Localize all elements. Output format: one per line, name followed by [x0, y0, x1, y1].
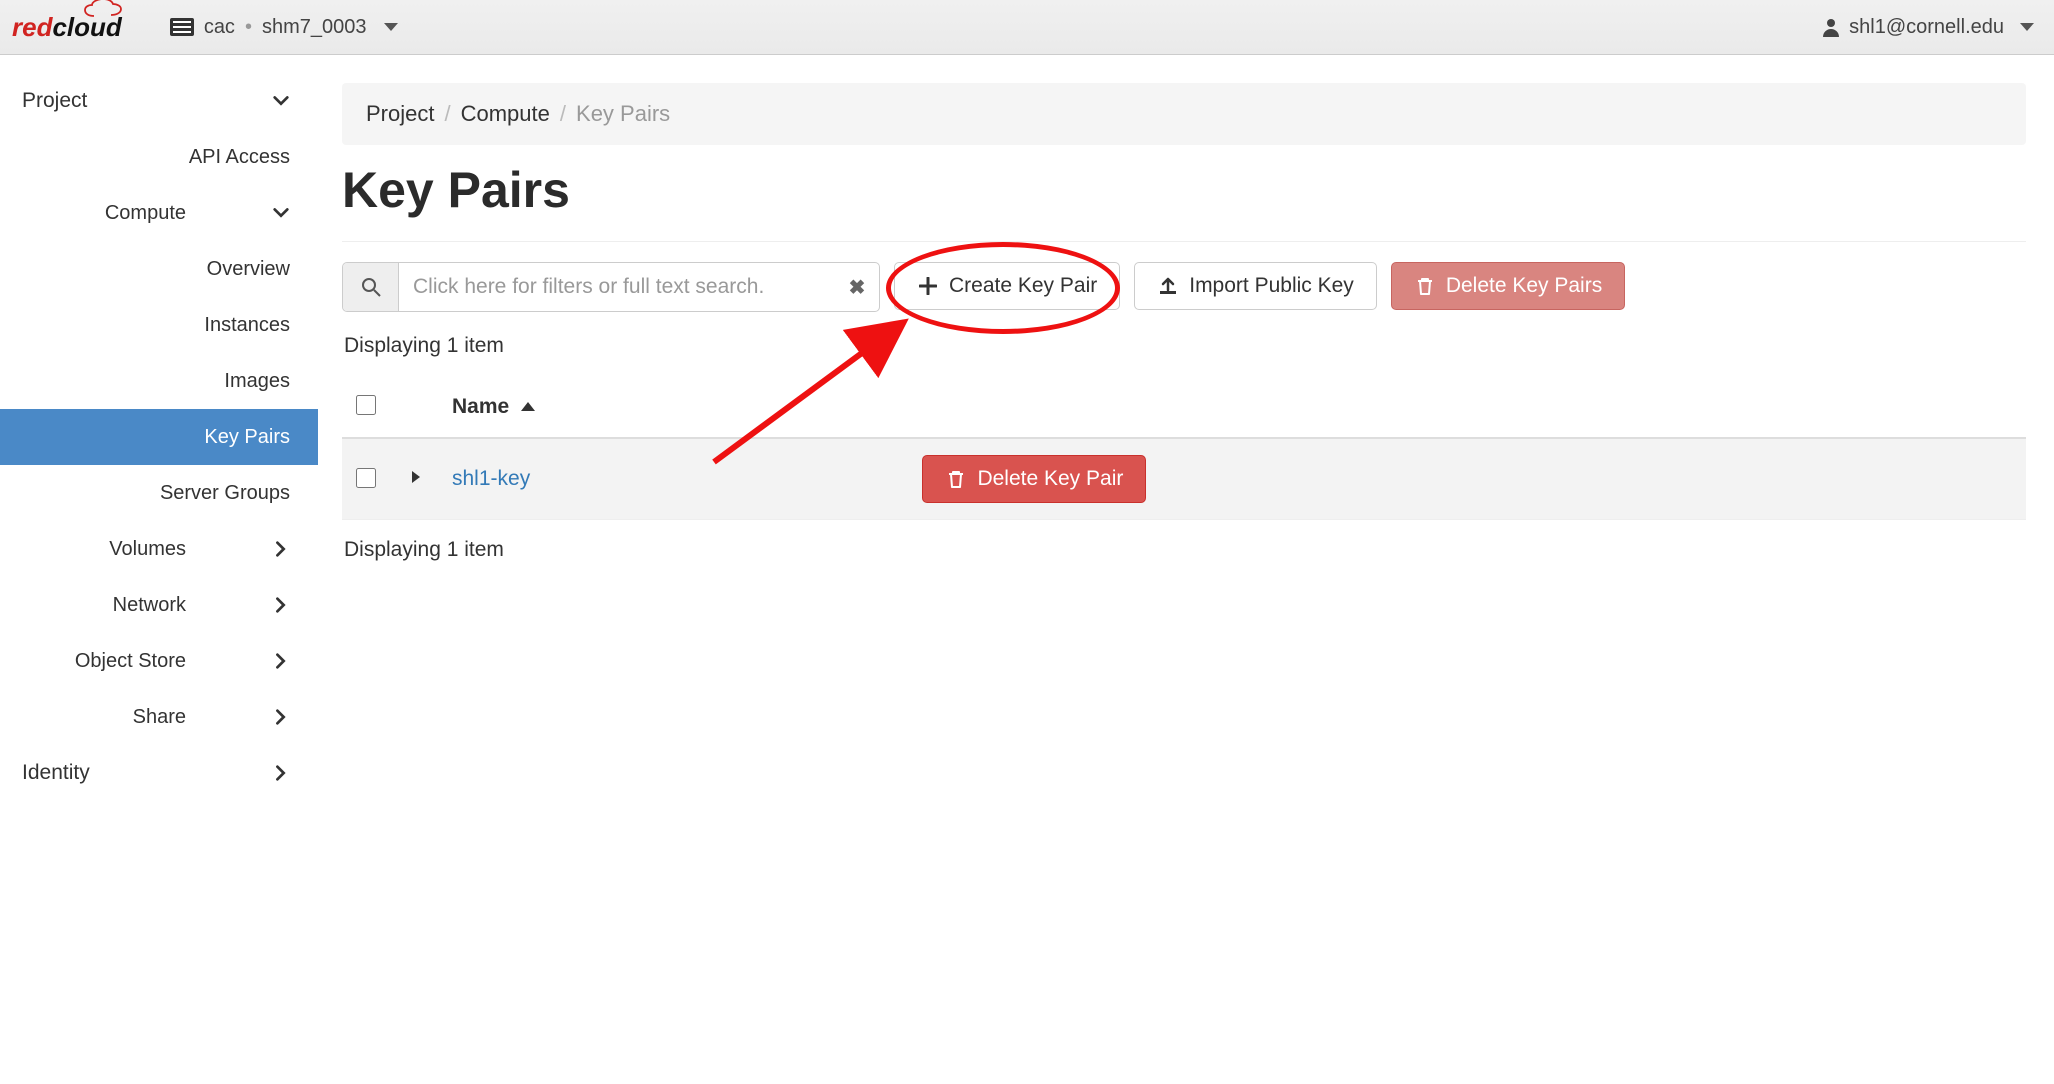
nav-label: Share — [22, 706, 272, 729]
delete-key-pairs-button[interactable]: Delete Key Pairs — [1391, 262, 1625, 310]
logo-text-red: red — [12, 12, 52, 43]
chevron-right-icon — [272, 540, 290, 558]
button-label: Import Public Key — [1189, 274, 1354, 298]
header-name-label: Name — [452, 395, 509, 418]
button-label: Delete Key Pair — [977, 467, 1123, 491]
row-checkbox[interactable] — [356, 468, 376, 488]
button-label: Create Key Pair — [949, 274, 1097, 298]
cloud-outline-icon — [82, 0, 136, 24]
chevron-down-icon — [272, 204, 290, 222]
header-expander — [398, 376, 442, 438]
button-label: Delete Key Pairs — [1446, 274, 1602, 298]
nav-compute-key-pairs[interactable]: Key Pairs — [0, 409, 318, 465]
plus-icon — [917, 275, 939, 297]
main-content: Project / Compute / Key Pairs Key Pairs … — [318, 55, 2054, 1084]
nav-api-access[interactable]: API Access — [0, 129, 318, 185]
chevron-right-icon — [272, 652, 290, 670]
trash-icon — [945, 468, 967, 490]
create-key-pair-button[interactable]: Create Key Pair — [894, 262, 1120, 310]
chevron-right-icon — [272, 764, 290, 782]
chevron-down-icon — [272, 92, 290, 110]
toolbar: ✖ Create Key Pair Import Public Key Dele… — [342, 262, 2026, 312]
upload-icon — [1157, 275, 1179, 297]
select-all-checkbox[interactable] — [356, 395, 376, 415]
clear-search-icon[interactable]: ✖ — [835, 263, 879, 311]
nav-label: Volumes — [22, 538, 272, 561]
nav-compute-overview[interactable]: Overview — [0, 241, 318, 297]
nav-api-access-label: API Access — [189, 146, 290, 169]
breadcrumb: Project / Compute / Key Pairs — [342, 83, 2026, 145]
item-count-top: Displaying 1 item — [344, 334, 2024, 358]
nav-share[interactable]: Share — [0, 689, 318, 745]
search-box: ✖ — [342, 262, 880, 312]
nav-compute-images[interactable]: Images — [0, 353, 318, 409]
project-org: cac — [204, 16, 235, 39]
nav-label: Server Groups — [160, 482, 290, 505]
divider — [342, 241, 2026, 242]
chevron-right-icon — [272, 596, 290, 614]
brand-logo[interactable]: red cloud — [12, 12, 122, 43]
user-icon — [1821, 17, 1841, 37]
caret-down-icon — [384, 23, 398, 31]
key-pairs-table: Name shl1-key — [342, 376, 2026, 520]
nav-object-store[interactable]: Object Store — [0, 633, 318, 689]
key-pair-link[interactable]: shl1-key — [452, 467, 530, 490]
nav-label: Images — [224, 370, 290, 393]
top-bar: red cloud cac • shm7_0003 shl1@cornell.e… — [0, 0, 2054, 55]
nav-label: Overview — [207, 258, 290, 281]
search-input[interactable] — [399, 263, 835, 311]
breadcrumb-sep: / — [444, 101, 450, 127]
item-count-bottom: Displaying 1 item — [344, 538, 2024, 562]
nav-label: Key Pairs — [204, 426, 290, 449]
breadcrumb-current: Key Pairs — [576, 101, 670, 127]
nav-label: Object Store — [22, 650, 272, 673]
user-email: shl1@cornell.edu — [1849, 16, 2004, 39]
nav-compute[interactable]: Compute — [0, 185, 318, 241]
header-select-all — [342, 376, 398, 438]
chevron-right-icon — [272, 708, 290, 726]
header-actions — [912, 376, 2026, 438]
sort-asc-icon — [521, 402, 535, 411]
nav-compute-server-groups[interactable]: Server Groups — [0, 465, 318, 521]
sidebar: Project API Access Compute Overview Inst… — [0, 55, 318, 1084]
nav-network[interactable]: Network — [0, 577, 318, 633]
trash-icon — [1414, 275, 1436, 297]
header-name[interactable]: Name — [442, 376, 912, 438]
search-icon — [343, 263, 399, 311]
nav-volumes[interactable]: Volumes — [0, 521, 318, 577]
nav-label: Network — [22, 594, 272, 617]
breadcrumb-compute[interactable]: Compute — [461, 101, 550, 127]
caret-down-icon — [2020, 23, 2034, 31]
import-public-key-button[interactable]: Import Public Key — [1134, 262, 1377, 310]
nav-project-label: Project — [22, 89, 87, 113]
project-icon — [170, 18, 194, 36]
breadcrumb-project[interactable]: Project — [366, 101, 434, 127]
page-title: Key Pairs — [342, 161, 2026, 219]
nav-label: Identity — [22, 761, 90, 785]
project-name: shm7_0003 — [262, 16, 367, 39]
user-menu[interactable]: shl1@cornell.edu — [1821, 16, 2034, 39]
nav-project[interactable]: Project — [0, 73, 318, 129]
project-separator: • — [245, 16, 252, 39]
breadcrumb-sep: / — [560, 101, 566, 127]
nav-identity[interactable]: Identity — [0, 745, 318, 801]
expand-row-icon[interactable] — [408, 469, 424, 485]
project-switcher[interactable]: cac • shm7_0003 — [170, 16, 399, 39]
delete-key-pair-button[interactable]: Delete Key Pair — [922, 455, 1146, 503]
nav-compute-instances[interactable]: Instances — [0, 297, 318, 353]
nav-compute-label: Compute — [22, 202, 272, 225]
table-row: shl1-key Delete Key Pair — [342, 438, 2026, 520]
nav-label: Instances — [204, 314, 290, 337]
